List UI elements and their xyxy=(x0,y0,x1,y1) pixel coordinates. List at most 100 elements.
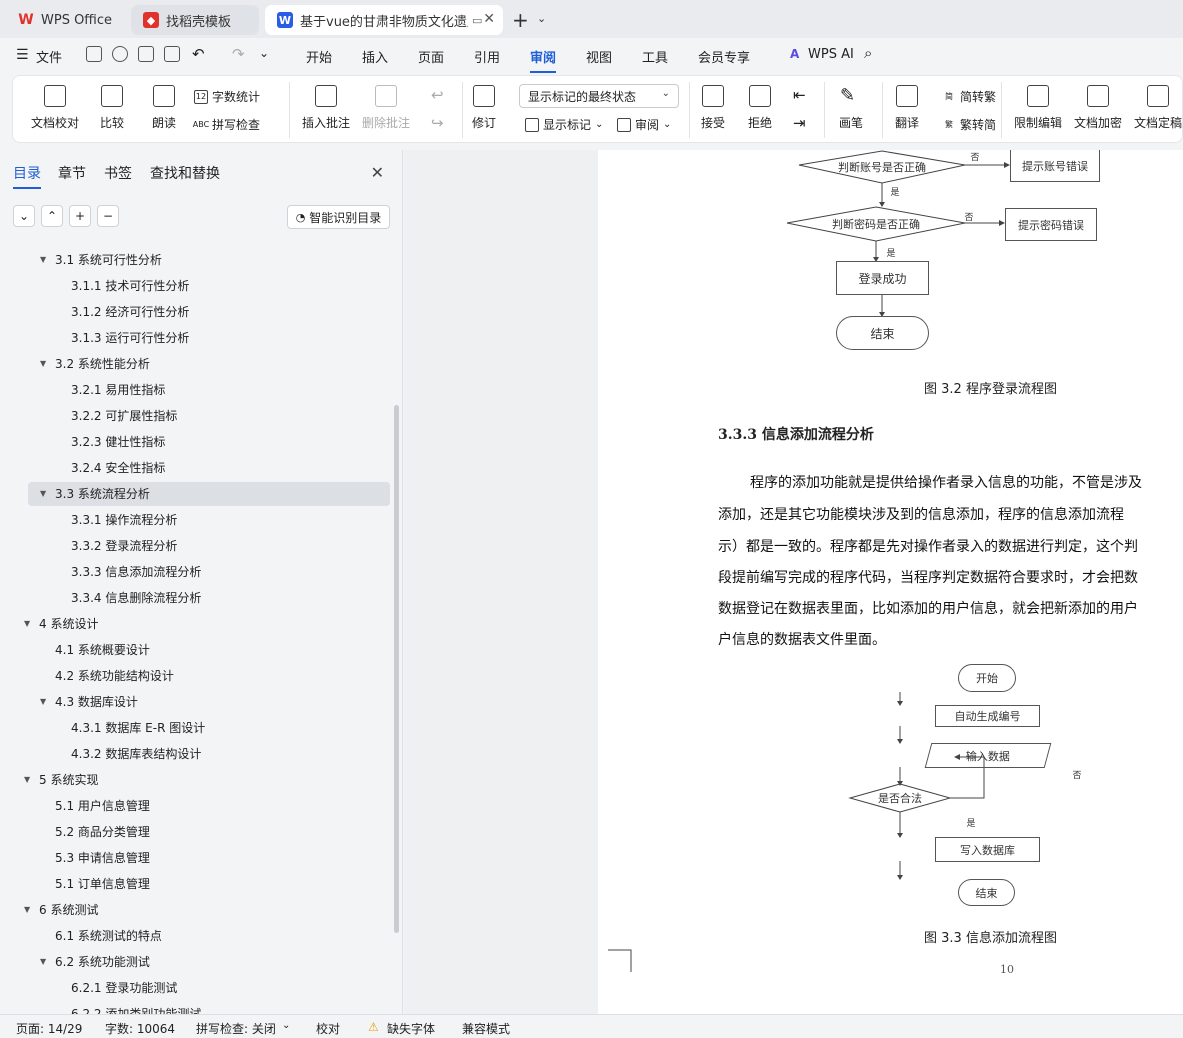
menu-wps-ai[interactable]: WPS AI xyxy=(808,47,854,62)
restrict-edit-button[interactable]: 限制编辑 xyxy=(1014,82,1062,131)
tab-document[interactable]: W 基于vue的甘肃非物质文化遗产 ▭ ✕ xyxy=(265,5,503,35)
word-count-button[interactable]: 12 字数统计 xyxy=(194,88,260,105)
tab-wps-office[interactable]: W WPS Office xyxy=(6,5,124,35)
compat-mode-status[interactable]: 兼容模式 xyxy=(462,1020,510,1037)
reject-button[interactable]: 拒绝 xyxy=(748,82,772,131)
menu-view[interactable]: 视图 xyxy=(586,47,612,66)
spell-check-button[interactable]: ABC 拼写检查 xyxy=(193,116,260,133)
toc-item[interactable]: ▼ 3.1 系统可行性分析 xyxy=(28,248,390,272)
prev-change-icon[interactable]: ⇤ xyxy=(793,86,806,104)
finalize-button[interactable]: 文档定稿 xyxy=(1134,82,1182,131)
toc-item[interactable]: 3.3.1 操作流程分析 xyxy=(28,508,390,532)
tab-toc[interactable]: 目录 xyxy=(13,163,41,189)
tab-docer-templates[interactable]: ◆ 找稻壳模板 xyxy=(131,5,259,35)
tab-bookmarks[interactable]: 书签 xyxy=(104,163,132,183)
proof-status[interactable]: 校对 xyxy=(316,1020,340,1037)
pen-button[interactable]: ✎ 画笔 xyxy=(839,82,863,131)
prev-comment-icon[interactable]: ↩ xyxy=(431,86,444,104)
remove-toc-item-button[interactable]: − xyxy=(97,205,119,227)
accept-button[interactable]: 接受 xyxy=(701,82,725,131)
smart-toc-button[interactable]: ◔ 智能识别目录 xyxy=(287,205,390,229)
menu-insert[interactable]: 插入 xyxy=(362,47,388,66)
to-simplified-button[interactable]: 繁 繁转简 xyxy=(942,116,996,133)
undo-icon[interactable]: ↶ xyxy=(192,45,205,63)
word-count-status[interactable]: 字数: 10064 xyxy=(105,1020,175,1037)
close-icon[interactable]: ✕ xyxy=(371,163,384,182)
menu-member[interactable]: 会员专享 xyxy=(698,47,750,66)
chevron-down-icon[interactable]: ⌄ xyxy=(282,1020,290,1031)
toc-item[interactable]: 6.1 系统测试的特点 xyxy=(28,924,390,948)
toc-item[interactable]: 5.1 订单信息管理 xyxy=(28,872,390,896)
toc-item[interactable]: ▼ 4 系统设计 xyxy=(24,612,390,636)
toc-item[interactable]: 3.2.2 可扩展性指标 xyxy=(28,404,390,428)
print-icon[interactable] xyxy=(138,46,154,62)
menu-reference[interactable]: 引用 xyxy=(474,47,500,66)
close-tab-icon[interactable]: ✕ xyxy=(483,11,495,27)
add-toc-item-button[interactable]: + xyxy=(69,205,91,227)
toc-item[interactable]: 4.3.1 数据库 E-R 图设计 xyxy=(28,716,390,740)
toc-item[interactable]: 3.3.4 信息删除流程分析 xyxy=(28,586,390,610)
toc-item[interactable]: 3.1.1 技术可行性分析 xyxy=(28,274,390,298)
missing-font-status[interactable]: 缺失字体 xyxy=(387,1020,435,1037)
expand-arrow-icon[interactable]: ▼ xyxy=(40,248,46,272)
chevron-down-icon[interactable]: ⌄ xyxy=(537,12,546,25)
hamburger-icon[interactable]: ☰ xyxy=(16,47,29,63)
menu-file[interactable]: 文件 xyxy=(36,47,62,66)
read-aloud-button[interactable]: 朗读 xyxy=(152,82,176,131)
toc-item[interactable]: 4.3.2 数据库表结构设计 xyxy=(28,742,390,766)
next-change-icon[interactable]: ⇥ xyxy=(793,114,806,132)
toc-item[interactable]: 3.2.1 易用性指标 xyxy=(28,378,390,402)
spell-check-status[interactable]: 拼写检查: 关闭 xyxy=(196,1020,276,1037)
toc-item[interactable]: ▼ 3.2 系统性能分析 xyxy=(28,352,390,376)
collapse-up-button[interactable]: ⌃ xyxy=(41,205,63,227)
menu-start[interactable]: 开始 xyxy=(306,47,332,66)
expand-arrow-icon[interactable]: ▼ xyxy=(24,898,30,922)
doc-check-button[interactable]: 文档校对 xyxy=(31,82,79,131)
collapse-down-button[interactable]: ⌄ xyxy=(13,205,35,227)
translate-button[interactable]: 翻译 xyxy=(895,82,919,131)
toc-item[interactable]: 3.1.2 经济可行性分析 xyxy=(28,300,390,324)
toc-item[interactable]: 3.2.4 安全性指标 xyxy=(28,456,390,480)
next-comment-icon[interactable]: ↪ xyxy=(431,114,444,132)
expand-arrow-icon[interactable]: ▼ xyxy=(40,482,46,506)
toc-item[interactable]: ▼ 3.3 系统流程分析 xyxy=(28,482,390,506)
toc-item[interactable]: 3.2.3 健壮性指标 xyxy=(28,430,390,454)
expand-arrow-icon[interactable]: ▼ xyxy=(24,612,30,636)
expand-arrow-icon[interactable]: ▼ xyxy=(40,690,46,714)
toc-item[interactable]: 3.3.3 信息添加流程分析 xyxy=(28,560,390,584)
redo-icon[interactable]: ↷ xyxy=(232,45,245,63)
toc-item[interactable]: 3.3.2 登录流程分析 xyxy=(28,534,390,558)
insert-comment-button[interactable]: 插入批注 xyxy=(302,82,350,131)
menu-page[interactable]: 页面 xyxy=(418,47,444,66)
toc-item[interactable]: 5.3 申请信息管理 xyxy=(28,846,390,870)
toc-item[interactable]: 6.2.1 登录功能测试 xyxy=(28,976,390,1000)
toc-item[interactable]: 5.2 商品分类管理 xyxy=(28,820,390,844)
page-indicator[interactable]: 页面: 14/29 xyxy=(16,1020,82,1037)
toc-item[interactable]: 3.1.3 运行可行性分析 xyxy=(28,326,390,350)
track-changes-button[interactable]: 修订 xyxy=(472,82,496,131)
review-pane-button[interactable]: 审阅 ⌄ xyxy=(617,116,671,133)
more-chevron-icon[interactable]: ⌄ xyxy=(259,46,269,60)
print-preview-icon[interactable] xyxy=(164,46,180,62)
menu-review[interactable]: 审阅 xyxy=(530,47,557,73)
toc-item[interactable]: 4.1 系统概要设计 xyxy=(28,638,390,662)
search-icon[interactable]: ⌕ xyxy=(864,44,872,62)
expand-arrow-icon[interactable]: ▼ xyxy=(40,950,46,974)
tab-find-replace[interactable]: 查找和替换 xyxy=(150,163,220,183)
to-traditional-button[interactable]: 简 简转繁 xyxy=(942,88,996,105)
export-icon[interactable] xyxy=(112,46,128,62)
encrypt-button[interactable]: 文档加密 xyxy=(1074,82,1122,131)
tab-chapters[interactable]: 章节 xyxy=(58,163,86,183)
sidebar-scrollbar[interactable] xyxy=(394,405,399,933)
toc-item[interactable]: ▼ 6.2 系统功能测试 xyxy=(28,950,390,974)
toc-item[interactable]: ▼ 5 系统实现 xyxy=(24,768,390,792)
toc-item[interactable]: ▼ 4.3 数据库设计 xyxy=(28,690,390,714)
toc-item[interactable]: ▼ 6 系统测试 xyxy=(24,898,390,922)
toc-item[interactable]: 5.1 用户信息管理 xyxy=(28,794,390,818)
compare-button[interactable]: 比较 xyxy=(100,82,124,131)
show-markup-button[interactable]: 显示标记 ⌄ xyxy=(525,116,603,133)
save-icon[interactable] xyxy=(86,46,102,62)
menu-tools[interactable]: 工具 xyxy=(642,47,668,66)
expand-arrow-icon[interactable]: ▼ xyxy=(24,768,30,792)
delete-comment-button[interactable]: 删除批注 xyxy=(362,82,410,131)
